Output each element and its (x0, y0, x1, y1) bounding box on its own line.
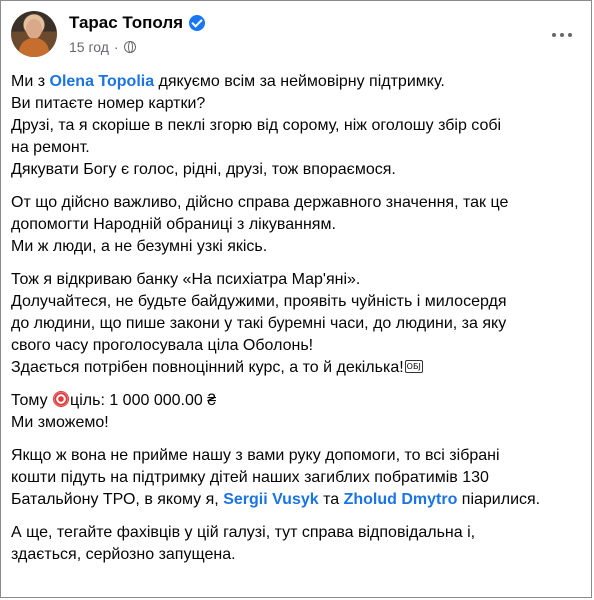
post-line: здається, серйозно запущена. (11, 544, 576, 566)
post-paragraph: Ми з Olena Topolia дякуємо всім за неймо… (11, 71, 576, 181)
post-paragraph: Якщо ж вона не прийме нашу з вами руку д… (11, 445, 576, 511)
post-line: Здається потрібен повноцінний курс, а то… (11, 357, 576, 379)
post-line: Ми ж люди, а не безумні узкі якісь. (11, 236, 576, 258)
text-segment: От що дійсно важливо, дійсно справа держ… (11, 194, 509, 211)
author-name[interactable]: Тарас Тополя (69, 13, 183, 33)
object-replacement-icon: ОБJ (404, 360, 423, 373)
author-avatar[interactable] (11, 11, 57, 57)
dot (568, 33, 572, 37)
post-time[interactable]: 15 год (69, 39, 109, 55)
text-segment: Тож я відкриваю банку «На психіатра Мар'… (11, 271, 361, 288)
verified-badge-icon (189, 15, 206, 31)
dot (552, 33, 556, 37)
post-line: Ми зможемо! (11, 412, 576, 434)
text-segment: Ми зможемо! (11, 414, 109, 431)
text-segment: здається, серйозно запущена. (11, 546, 236, 563)
text-segment: до людини, що пише закони у такі буремні… (11, 315, 507, 332)
text-segment: ціль: 1 000 000.00 ₴ (70, 392, 217, 409)
post-line: Долучайтеся, не будьте байдужими, прояві… (11, 291, 576, 313)
text-segment: дякуємо всім за неймовірну підтримку. (154, 73, 445, 90)
post-line: Тож я відкриваю банку «На психіатра Мар'… (11, 269, 576, 291)
text-segment: Ви питаєте номер картки? (11, 95, 206, 112)
post-meta: 15 год · (69, 39, 136, 55)
mention-link[interactable]: Olena Topolia (50, 73, 155, 90)
mention-link[interactable]: Sergii Vusyk (223, 491, 318, 508)
post-paragraph: Тому ціль: 1 000 000.00 ₴ Ми зможемо! (11, 390, 576, 434)
globe-icon[interactable] (123, 41, 136, 53)
post-line: Ви питаєте номер картки? (11, 93, 576, 115)
post-line: допомогти Народній обраниці з лікуванням… (11, 214, 576, 236)
text-segment: Якщо ж вона не прийме нашу з вами руку д… (11, 447, 500, 464)
author-name-row: Тарас Тополя (69, 13, 206, 33)
post-paragraph: От що дійсно важливо, дійсно справа держ… (11, 192, 576, 258)
post-line: свого часу проголосувала ціла Оболонь! (11, 335, 576, 357)
text-segment: Ми з (11, 73, 50, 90)
text-segment: та (318, 491, 344, 508)
text-segment: А ще, тегайте фахівців у цій галузі, тут… (11, 524, 476, 541)
post-line: на ремонт. (11, 137, 576, 159)
mention-link[interactable]: Zholud Dmytro (344, 491, 458, 508)
post-line: Тому ціль: 1 000 000.00 ₴ (11, 390, 576, 412)
text-segment: Ми ж люди, а не безумні узкі якісь. (11, 238, 268, 255)
post-paragraph: Тож я відкриваю банку «На психіатра Мар'… (11, 269, 576, 379)
meta-separator: · (113, 39, 119, 55)
text-segment: кошти підуть на підтримку дітей наших за… (11, 469, 489, 486)
dot (560, 33, 564, 37)
avatar-face (26, 19, 42, 39)
text-segment: Дякувати Богу є голос, рідні, друзі, тож… (11, 161, 396, 178)
post-line: Якщо ж вона не прийме нашу з вами руку д… (11, 445, 576, 467)
post-line: кошти підуть на підтримку дітей наших за… (11, 467, 576, 489)
text-segment: піарилися. (457, 491, 541, 508)
text-segment: Тому (11, 392, 53, 409)
post-line: От що дійсно важливо, дійсно справа держ… (11, 192, 576, 214)
text-segment: Батальйону ТРО, в якому я, (11, 491, 224, 508)
text-segment: Здається потрібен повноцінний курс, а то… (11, 359, 404, 376)
post-card: Тарас Тополя 15 год · Ми з Olena Topolia… (0, 0, 592, 598)
post-line: Дякувати Богу є голос, рідні, друзі, тож… (11, 159, 576, 181)
post-line: А ще, тегайте фахівців у цій галузі, тут… (11, 522, 576, 544)
post-body: Ми з Olena Topolia дякуємо всім за неймо… (11, 71, 576, 577)
text-segment: на ремонт. (11, 139, 90, 156)
post-header: Тарас Тополя 15 год · (11, 11, 581, 59)
text-segment: Друзі, та я скоріше в пеклі згорю від со… (11, 117, 502, 134)
text-segment: свого часу проголосувала ціла Оболонь! (11, 337, 314, 354)
post-paragraph: А ще, тегайте фахівців у цій галузі, тут… (11, 522, 576, 566)
post-line: Ми з Olena Topolia дякуємо всім за неймо… (11, 71, 576, 93)
text-segment: допомогти Народній обраниці з лікуванням… (11, 216, 336, 233)
target-icon (53, 391, 70, 407)
post-line: Батальйону ТРО, в якому я, Sergii Vusyk … (11, 489, 576, 511)
post-line: до людини, що пише закони у такі буремні… (11, 313, 576, 335)
avatar-shirt (19, 38, 49, 57)
text-segment: Долучайтеся, не будьте байдужими, прояві… (11, 293, 507, 310)
post-line: Друзі, та я скоріше в пеклі згорю від со… (11, 115, 576, 137)
more-options-icon[interactable] (547, 29, 577, 41)
